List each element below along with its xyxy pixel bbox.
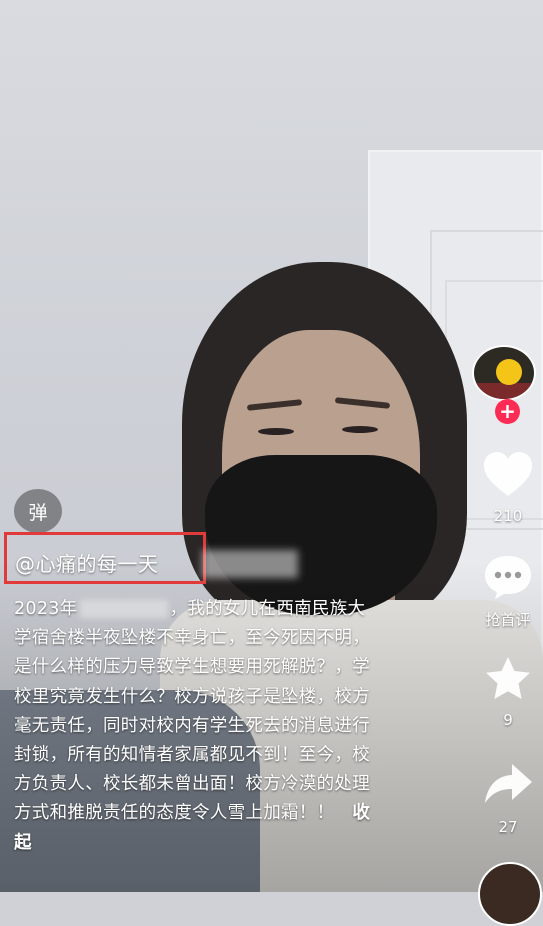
description-text: ，我的女儿在西南民族大学宿舍楼半夜坠楼不幸身亡，至今死因不明，是什么样的压力导致… bbox=[14, 599, 370, 824]
comment-button[interactable] bbox=[480, 553, 536, 605]
danmaku-toggle-button[interactable]: 弹 bbox=[14, 489, 62, 533]
author-handle[interactable]: @心痛的每一天 bbox=[15, 548, 159, 577]
comment-icon bbox=[485, 556, 531, 599]
blurred-date bbox=[79, 600, 168, 618]
description-text-start: 2023年 bbox=[14, 599, 78, 619]
music-disc-avatar[interactable] bbox=[478, 862, 542, 926]
follow-button[interactable]: + bbox=[495, 399, 520, 424]
author-avatar[interactable] bbox=[472, 345, 536, 401]
avatar-figure bbox=[496, 359, 522, 385]
like-count: 210 bbox=[493, 507, 523, 525]
blurred-info bbox=[202, 550, 298, 578]
star-icon bbox=[486, 657, 530, 699]
heart-icon bbox=[484, 452, 532, 496]
person-eye bbox=[342, 426, 378, 433]
favorite-count: 9 bbox=[503, 711, 513, 729]
share-button[interactable] bbox=[480, 760, 536, 812]
favorite-button[interactable] bbox=[480, 655, 536, 707]
person-eye bbox=[258, 428, 294, 435]
danmaku-label: 弹 bbox=[28, 501, 48, 524]
share-count: 27 bbox=[498, 818, 518, 836]
video-description: 2023年 ，我的女儿在西南民族大学宿舍楼半夜坠楼不幸身亡，至今死因不明，是什么样… bbox=[14, 595, 374, 858]
like-button[interactable] bbox=[480, 450, 536, 502]
share-arrow-icon bbox=[485, 764, 532, 803]
comment-label: 抢首评 bbox=[485, 611, 531, 629]
